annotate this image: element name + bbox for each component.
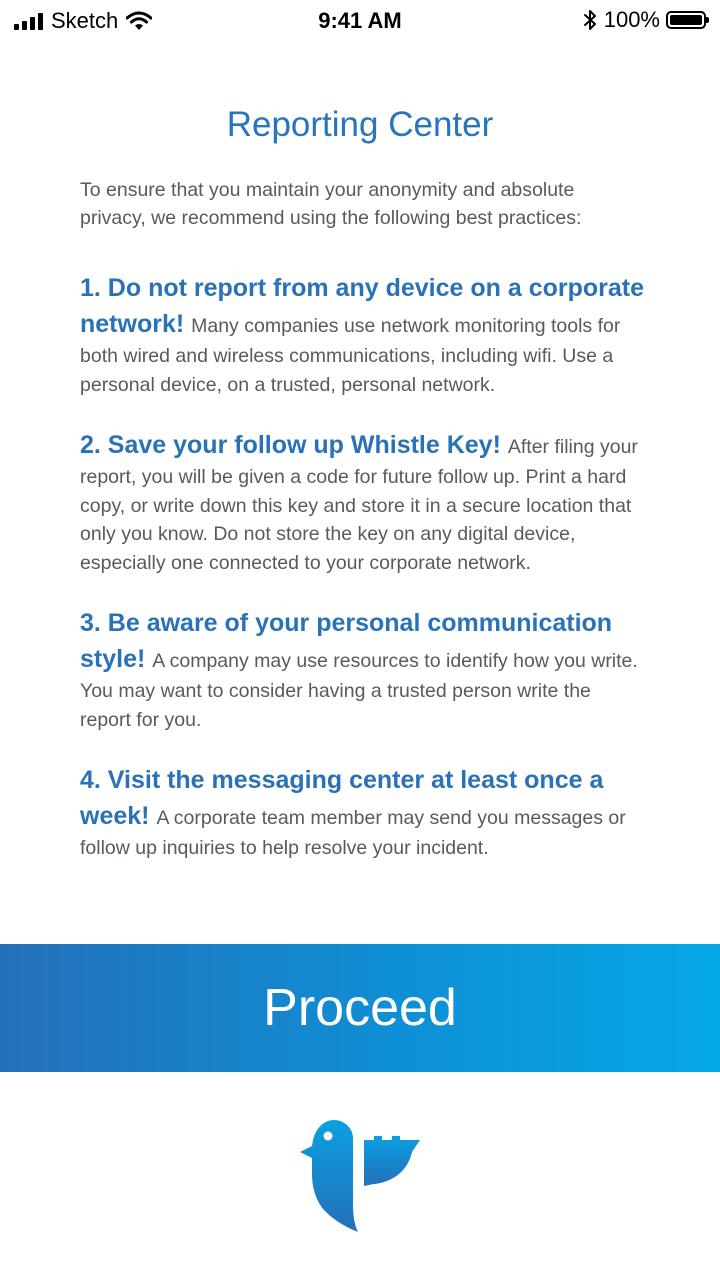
practice-heading: 2. Save your follow up Whistle Key!: [80, 431, 508, 459]
battery-percentage: 100%: [603, 7, 660, 32]
bluetooth-icon: [583, 10, 596, 30]
practice-item: 4. Visit the messaging center at least o…: [80, 762, 645, 863]
proceed-button[interactable]: Proceed: [0, 944, 720, 1072]
battery-icon: [666, 11, 709, 29]
practice-item: 1. Do not report from any device on a co…: [80, 270, 645, 399]
practice-item: 3. Be aware of your personal communicati…: [80, 605, 645, 734]
status-bar: Sketch 9:41 AM 100%: [0, 0, 720, 40]
practice-body: A company may use resources to identify …: [80, 650, 638, 731]
practice-item: 2. Save your follow up Whistle Key! Afte…: [80, 427, 645, 577]
page-title: Reporting Center: [226, 105, 494, 145]
intro-text: To ensure that you maintain your anonymi…: [80, 179, 582, 229]
practice-body: A corporate team member may send you mes…: [80, 807, 626, 859]
best-practices-content: To ensure that you maintain your anonymi…: [80, 176, 645, 891]
bird-logo-icon: [300, 1120, 420, 1232]
